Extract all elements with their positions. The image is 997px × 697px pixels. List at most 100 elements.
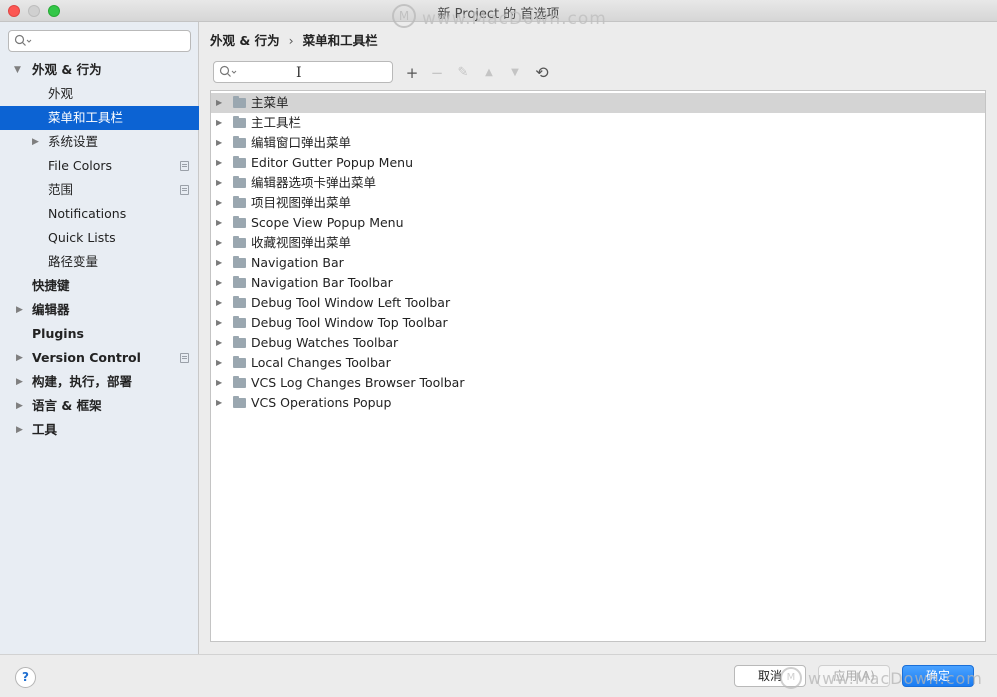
- tree-row-label: 主菜单: [251, 95, 289, 110]
- folder-icon: [233, 396, 246, 408]
- sidebar-item-path-variables[interactable]: 路径变量: [0, 250, 199, 274]
- tree-row[interactable]: ▶ 项目视图弹出菜单: [211, 193, 985, 213]
- sidebar-item-appearance-behavior[interactable]: ▼ 外观 & 行为: [0, 58, 199, 82]
- tree-row[interactable]: ▶ VCS Operations Popup: [211, 393, 985, 413]
- text-cursor-icon: I: [296, 65, 302, 81]
- chevron-right-icon[interactable]: ▶: [216, 93, 222, 113]
- chevron-right-icon[interactable]: ▶: [16, 298, 23, 322]
- breadcrumb-parent[interactable]: 外观 & 行为: [210, 33, 280, 48]
- sidebar-item-tools[interactable]: ▶ 工具: [0, 418, 199, 442]
- chevron-right-icon[interactable]: ▶: [16, 418, 23, 442]
- sidebar-item-languages-frameworks[interactable]: ▶ 语言 & 框架: [0, 394, 199, 418]
- settings-sidebar: ▼ 外观 & 行为 外观 菜单和工具栏 ▶ 系统设置 File Colors 范…: [0, 22, 199, 654]
- watermark-text: www.MacDown.com: [422, 9, 607, 29]
- sidebar-item-plugins[interactable]: Plugins: [0, 322, 199, 346]
- tree-row[interactable]: ▶ 主工具栏: [211, 113, 985, 133]
- edit-action-button[interactable]: ✎: [454, 64, 472, 82]
- sidebar-item-label: 路径变量: [48, 254, 99, 269]
- sidebar-item-label: 菜单和工具栏: [48, 110, 124, 125]
- move-up-button[interactable]: ▲: [480, 64, 498, 82]
- tree-row[interactable]: ▶ Debug Watches Toolbar: [211, 333, 985, 353]
- chevron-right-icon[interactable]: ▶: [216, 373, 222, 393]
- sidebar-item-label: 工具: [32, 422, 58, 437]
- tree-row[interactable]: ▶ Editor Gutter Popup Menu: [211, 153, 985, 173]
- folder-icon: [233, 336, 246, 348]
- tree-row-label: Debug Tool Window Top Toolbar: [251, 315, 448, 330]
- sidebar-item-notifications[interactable]: Notifications: [0, 202, 199, 226]
- project-level-icon: [180, 185, 189, 195]
- move-down-button[interactable]: ▼: [506, 64, 524, 82]
- sidebar-search-input[interactable]: [8, 30, 191, 52]
- chevron-down-icon[interactable]: ▼: [14, 58, 21, 82]
- tree-row[interactable]: ▶ Navigation Bar: [211, 253, 985, 273]
- chevron-right-icon[interactable]: ▶: [216, 173, 222, 193]
- chevron-right-icon[interactable]: ▶: [216, 353, 222, 373]
- sidebar-item-label: 快捷键: [32, 278, 70, 293]
- menu-search-field[interactable]: [213, 61, 393, 83]
- sidebar-item-label: 外观: [48, 86, 74, 101]
- project-level-icon: [180, 353, 189, 363]
- tree-row[interactable]: ▶ Local Changes Toolbar: [211, 353, 985, 373]
- chevron-right-icon[interactable]: ▶: [216, 113, 222, 133]
- sidebar-item-label: 编辑器: [32, 302, 70, 317]
- breadcrumb-separator: ›: [288, 33, 294, 48]
- folder-icon: [233, 256, 246, 268]
- chevron-right-icon[interactable]: ▶: [16, 370, 23, 394]
- chevron-right-icon[interactable]: ▶: [216, 313, 222, 333]
- folder-icon: [233, 376, 246, 388]
- search-icon: [14, 34, 32, 46]
- restore-defaults-button[interactable]: ⟲: [533, 64, 551, 82]
- folder-icon: [233, 316, 246, 328]
- tree-row[interactable]: ▶ Debug Tool Window Top Toolbar: [211, 313, 985, 333]
- chevron-right-icon[interactable]: ▶: [216, 153, 222, 173]
- tree-row[interactable]: ▶ Navigation Bar Toolbar: [211, 273, 985, 293]
- sidebar-item-keymap[interactable]: 快捷键: [0, 274, 199, 298]
- chevron-right-icon[interactable]: ▶: [216, 193, 222, 213]
- tree-row-label: Debug Tool Window Left Toolbar: [251, 295, 451, 310]
- chevron-right-icon[interactable]: ▶: [16, 346, 23, 370]
- chevron-right-icon[interactable]: ▶: [216, 233, 222, 253]
- chevron-right-icon[interactable]: ▶: [216, 253, 222, 273]
- help-button[interactable]: ?: [15, 667, 36, 688]
- sidebar-item-label: Notifications: [48, 206, 127, 221]
- tree-row[interactable]: ▶ Debug Tool Window Left Toolbar: [211, 293, 985, 313]
- tree-row[interactable]: ▶ 主菜单: [211, 93, 985, 113]
- menu-search-input[interactable]: [238, 64, 388, 80]
- sidebar-item-label: Version Control: [32, 350, 141, 365]
- folder-icon: [233, 296, 246, 308]
- sidebar-item-scopes[interactable]: 范围: [0, 178, 199, 202]
- breadcrumb: 外观 & 行为 › 菜单和工具栏: [210, 30, 378, 49]
- watermark-logo-icon: M: [392, 4, 416, 28]
- chevron-right-icon[interactable]: ▶: [216, 213, 222, 233]
- folder-icon: [233, 96, 246, 108]
- sidebar-item-quick-lists[interactable]: Quick Lists: [0, 226, 199, 250]
- sidebar-item-menus-toolbars[interactable]: 菜单和工具栏: [0, 106, 199, 130]
- chevron-right-icon[interactable]: ▶: [216, 273, 222, 293]
- add-action-button[interactable]: +: [403, 64, 421, 82]
- tree-row[interactable]: ▶ 编辑窗口弹出菜单: [211, 133, 985, 153]
- sidebar-item-label: 系统设置: [48, 134, 99, 149]
- search-icon: [219, 65, 237, 77]
- chevron-right-icon[interactable]: ▶: [216, 133, 222, 153]
- dialog-footer: ? 取消 应用(A) 确定 M www.MacDown.com: [0, 654, 997, 697]
- tree-row[interactable]: ▶ VCS Log Changes Browser Toolbar: [211, 373, 985, 393]
- remove-action-button[interactable]: −: [428, 64, 446, 82]
- sidebar-item-appearance[interactable]: 外观: [0, 82, 199, 106]
- sidebar-item-build-execution-deployment[interactable]: ▶ 构建，执行，部署: [0, 370, 199, 394]
- chevron-right-icon[interactable]: ▶: [16, 394, 23, 418]
- chevron-right-icon[interactable]: ▶: [216, 333, 222, 353]
- sidebar-item-version-control[interactable]: ▶ Version Control: [0, 346, 199, 370]
- tree-row-label: Editor Gutter Popup Menu: [251, 155, 414, 170]
- sidebar-item-label: 构建，执行，部署: [32, 374, 133, 389]
- sidebar-item-file-colors[interactable]: File Colors: [0, 154, 199, 178]
- chevron-right-icon[interactable]: ▶: [216, 293, 222, 313]
- chevron-right-icon[interactable]: ▶: [216, 393, 222, 413]
- tree-row[interactable]: ▶ 编辑器选项卡弹出菜单: [211, 173, 985, 193]
- sidebar-item-editor[interactable]: ▶ 编辑器: [0, 298, 199, 322]
- chevron-right-icon[interactable]: ▶: [32, 130, 39, 154]
- folder-icon: [233, 156, 246, 168]
- tree-row[interactable]: ▶ Scope View Popup Menu: [211, 213, 985, 233]
- tree-row[interactable]: ▶ 收藏视图弹出菜单: [211, 233, 985, 253]
- sidebar-item-system-settings[interactable]: ▶ 系统设置: [0, 130, 199, 154]
- folder-icon: [233, 276, 246, 288]
